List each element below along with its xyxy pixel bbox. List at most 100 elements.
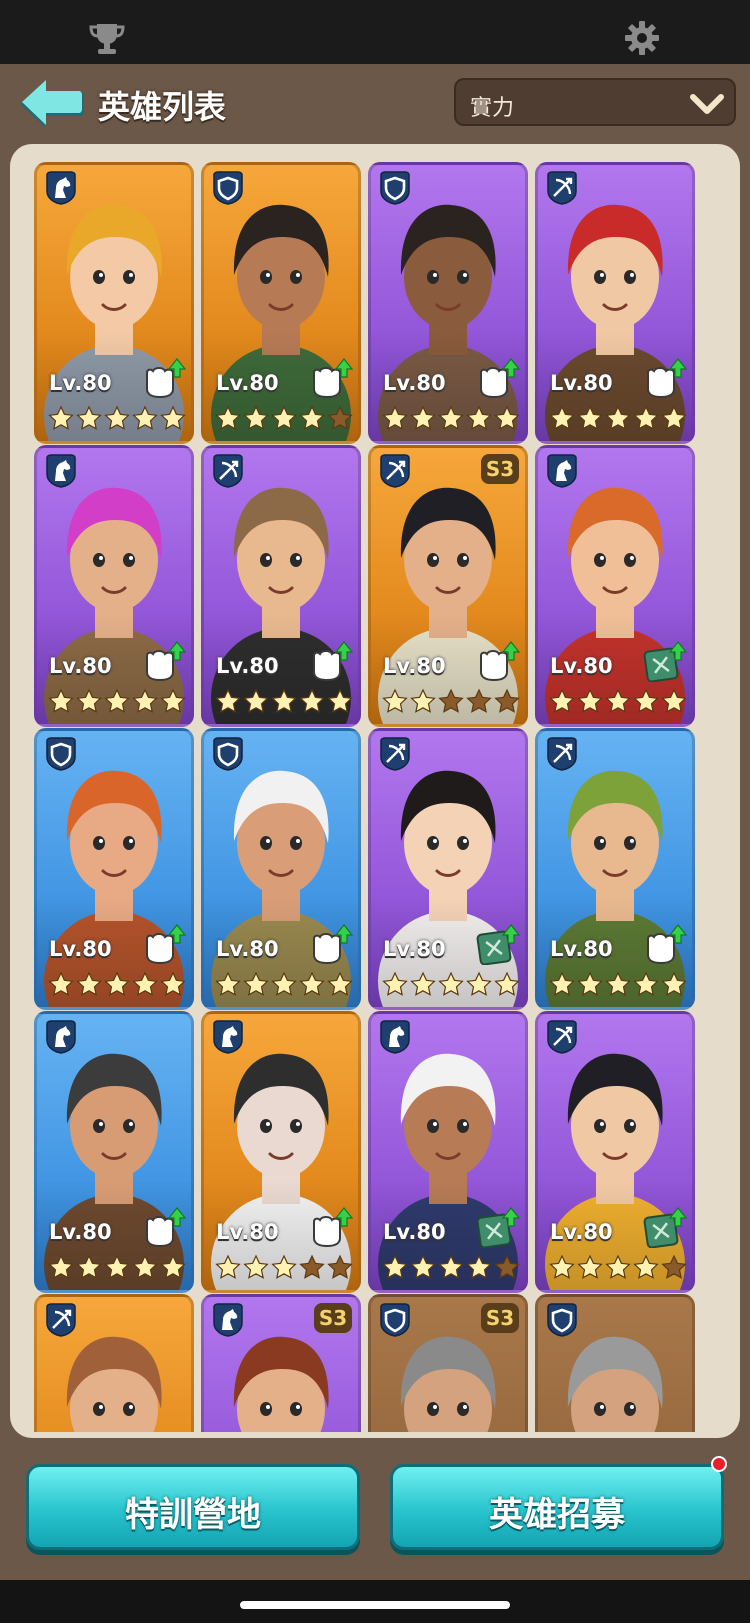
book-upgrade-icon[interactable] (475, 1206, 521, 1248)
star-rating (215, 1254, 353, 1279)
star-rating (215, 688, 353, 713)
hero-card[interactable]: Lv.80 (201, 445, 361, 727)
hero-level: Lv.80 (550, 937, 613, 961)
horse-icon (547, 454, 577, 488)
bonus-upgrade-icon[interactable] (642, 357, 688, 399)
hero-card[interactable]: Lv.80 (535, 1011, 695, 1293)
bonus-upgrade-icon[interactable] (475, 640, 521, 682)
season-badge: S3 (314, 1303, 352, 1333)
book-upgrade-icon[interactable] (642, 640, 688, 682)
bonus-upgrade-icon[interactable] (308, 357, 354, 399)
trophy-icon[interactable] (88, 22, 126, 56)
hero-card[interactable]: S3 (368, 1294, 528, 1432)
star-rating (549, 405, 687, 430)
hero-level: Lv.80 (216, 371, 279, 395)
bonus-upgrade-icon[interactable] (308, 640, 354, 682)
season-badge: S3 (481, 454, 519, 484)
star-rating (382, 405, 520, 430)
notification-dot (711, 1456, 727, 1472)
bonus-upgrade-icon[interactable] (308, 923, 354, 965)
hero-card[interactable] (535, 1294, 695, 1432)
hero-card[interactable]: Lv.80 (368, 728, 528, 1010)
horse-icon (46, 171, 76, 205)
star-rating (382, 688, 520, 713)
hero-card[interactable]: Lv.80 (201, 1011, 361, 1293)
star-rating (549, 971, 687, 996)
crossbow-icon (213, 454, 243, 488)
crossbow-icon (547, 1020, 577, 1054)
star-rating (215, 971, 353, 996)
hero-card[interactable]: S3 Lv.80 (368, 445, 528, 727)
hero-card[interactable]: Lv.80 (368, 1011, 528, 1293)
hero-card[interactable] (34, 1294, 194, 1432)
hero-card[interactable]: Lv.80 (535, 162, 695, 444)
back-arrow-icon[interactable] (16, 76, 86, 132)
shield-icon (380, 1303, 410, 1337)
hero-level: Lv.80 (550, 1220, 613, 1244)
training-camp-button[interactable]: 特訓營地 (26, 1464, 360, 1550)
crossbow-icon (380, 737, 410, 771)
season-badge: S3 (481, 1303, 519, 1333)
horse-icon (46, 454, 76, 488)
star-rating (549, 688, 687, 713)
hero-recruit-button[interactable]: 英雄招募 (390, 1464, 724, 1550)
settings-gear-icon[interactable] (624, 20, 660, 56)
hero-grid[interactable]: Lv.80 Lv.80 Lv.80 Lv.80 Lv.80 Lv.80 S3 Lv.80 Lv.… (34, 162, 714, 1432)
home-indicator[interactable] (240, 1601, 510, 1609)
bonus-upgrade-icon[interactable] (308, 1206, 354, 1248)
bonus-upgrade-icon[interactable] (475, 357, 521, 399)
bonus-upgrade-icon[interactable] (642, 923, 688, 965)
sort-dropdown-value: 實力 (470, 96, 515, 121)
horse-icon (380, 1020, 410, 1054)
bonus-upgrade-icon[interactable] (141, 923, 187, 965)
shield-icon (213, 171, 243, 205)
star-rating (48, 405, 186, 430)
hero-recruit-label: 英雄招募 (489, 1495, 625, 1535)
star-rating (382, 971, 520, 996)
book-upgrade-icon[interactable] (642, 1206, 688, 1248)
hero-level: Lv.80 (216, 654, 279, 678)
hero-level: Lv.80 (383, 1220, 446, 1244)
hero-card[interactable]: Lv.80 (535, 728, 695, 1010)
hero-card[interactable]: Lv.80 (201, 162, 361, 444)
star-rating (48, 688, 186, 713)
crossbow-icon (46, 1303, 76, 1337)
crossbow-icon (380, 454, 410, 488)
crossbow-icon (547, 171, 577, 205)
hero-card[interactable]: Lv.80 (368, 162, 528, 444)
shield-icon (547, 1303, 577, 1337)
crossbow-icon (547, 737, 577, 771)
bonus-upgrade-icon[interactable] (141, 640, 187, 682)
star-rating (215, 405, 353, 430)
horse-icon (46, 1020, 76, 1054)
star-rating (549, 1254, 687, 1279)
hero-card[interactable]: Lv.80 (34, 445, 194, 727)
sort-dropdown[interactable]: 實力 (454, 78, 736, 126)
hero-level: Lv.80 (49, 937, 112, 961)
hero-level: Lv.80 (49, 654, 112, 678)
hero-level: Lv.80 (49, 371, 112, 395)
hero-card[interactable]: Lv.80 (34, 162, 194, 444)
shield-icon (380, 171, 410, 205)
hero-level: Lv.80 (49, 1220, 112, 1244)
hero-level: Lv.80 (550, 371, 613, 395)
star-rating (48, 971, 186, 996)
book-upgrade-icon[interactable] (475, 923, 521, 965)
bonus-upgrade-icon[interactable] (141, 357, 187, 399)
chevron-down-icon (690, 94, 724, 114)
hero-card[interactable]: S3 (201, 1294, 361, 1432)
bonus-upgrade-icon[interactable] (141, 1206, 187, 1248)
training-camp-label: 特訓營地 (125, 1495, 261, 1535)
hero-card[interactable]: Lv.80 (201, 728, 361, 1010)
star-rating (382, 1254, 520, 1279)
hero-list-panel: Lv.80 Lv.80 Lv.80 Lv.80 Lv.80 Lv.80 S3 Lv.80 Lv.… (10, 144, 740, 1438)
hero-level: Lv.80 (216, 1220, 279, 1244)
hero-level: Lv.80 (550, 654, 613, 678)
hero-card[interactable]: Lv.80 (34, 1011, 194, 1293)
hero-card[interactable]: Lv.80 (34, 728, 194, 1010)
page-title: 英雄列表 (98, 88, 227, 126)
horse-icon (213, 1303, 243, 1337)
hero-level: Lv.80 (383, 937, 446, 961)
hero-card[interactable]: Lv.80 (535, 445, 695, 727)
shield-icon (213, 737, 243, 771)
